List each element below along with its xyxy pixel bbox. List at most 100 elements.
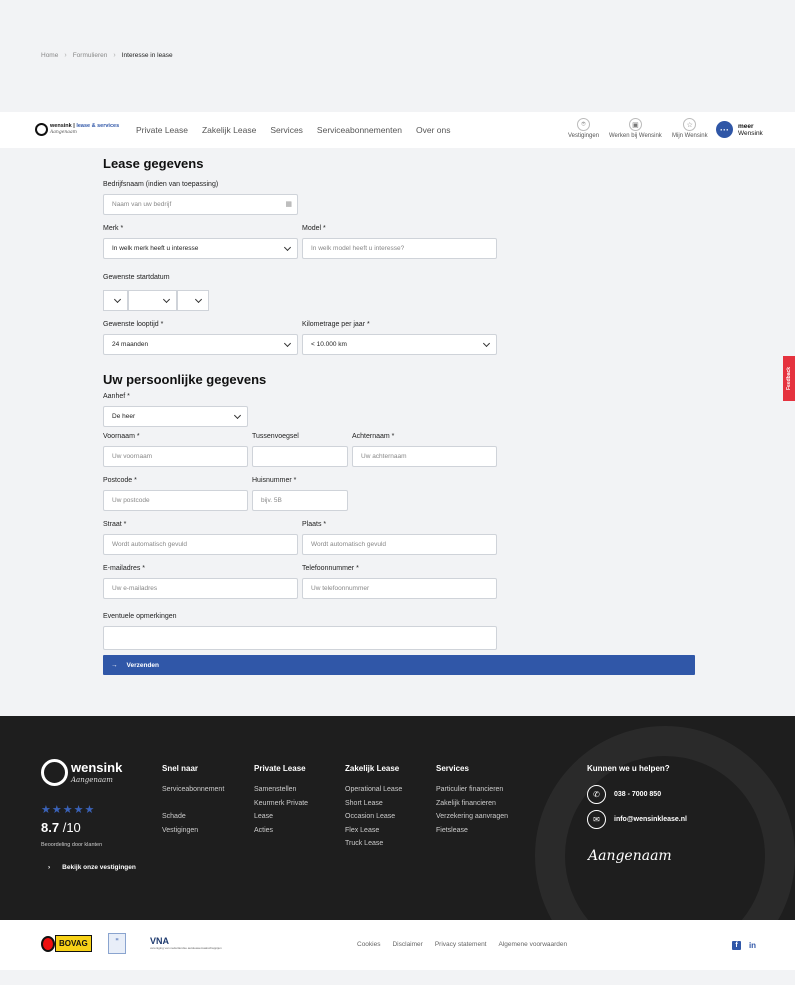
footer-link[interactable]: Zakelijk financieren [436,797,508,811]
more-icon: ··· [716,121,733,138]
footer-link[interactable]: Verzekering aanvragen [436,810,508,824]
feedback-tab[interactable]: Feedback [783,356,795,401]
vna-logo[interactable]: VNA vereniging van nederlandse autolease… [150,936,222,950]
nav-private-lease[interactable]: Private Lease [136,125,188,135]
werken-label: Werken bij Wensink [609,133,662,139]
chevron-down-icon [283,339,292,348]
bovag-logo[interactable]: BOVAG [41,935,92,952]
bovag-mark-icon [41,935,55,952]
email-link[interactable]: ✉ info@wensinklease.nl [587,810,687,829]
footer-link[interactable]: Schade [162,810,224,824]
footer-link[interactable]: Operational Lease [345,783,402,797]
km-select[interactable]: < 10.000 km [302,334,497,355]
logo-ring-icon [41,759,68,786]
facebook-icon[interactable]: f [732,941,741,950]
chevron-down-icon [113,295,122,304]
logo-name: wensink [50,123,72,130]
chevron-right-icon: › [64,52,67,59]
building-icon: ▦ [285,201,292,208]
bedrijf-input[interactable]: Naam van uw bedrijf ▦ [103,194,298,215]
footer-logo-script: Aangenaam [71,776,113,784]
breadcrumb-formulieren[interactable]: Formulieren [73,52,108,59]
footer-link[interactable]: Serviceabonnement [162,783,224,797]
footer-link[interactable]: Lease [254,810,308,824]
merk-select[interactable]: In welk merk heeft u interesse [103,238,298,259]
arrow-right-icon: → [111,661,118,669]
footer-link[interactable]: Truck Lease [345,837,402,851]
footer-link[interactable]: Fietslease [436,824,508,838]
privacy-link[interactable]: Privacy statement [435,941,487,948]
header-vestigingen[interactable]: ⌾ Vestigingen [568,118,599,139]
vestigingen-link[interactable]: › Bekijk onze vestigingen [48,864,136,871]
disclaimer-link[interactable]: Disclaimer [392,941,422,948]
footer-link[interactable]: Acties [254,824,308,838]
bedrijf-label: Bedrijfsnaam (indien van toepassing) [103,181,219,188]
header-mijn-wensink[interactable]: ☆ Mijn Wensink [672,118,708,139]
chevron-down-icon [162,295,171,304]
phone-icon: ✆ [587,785,606,804]
chevron-down-icon [283,243,292,252]
footer-link[interactable]: Short Lease [345,797,402,811]
breadcrumb-home[interactable]: Home [41,52,58,59]
startdatum-year-select[interactable] [177,290,209,311]
mail-icon: ✉ [587,810,606,829]
huisnummer-input[interactable]: bijv. 5B [252,490,348,511]
location-icon: ⌾ [577,118,591,131]
keurmerk-badge-icon[interactable]: ▤ [108,933,126,954]
postcode-placeholder: Uw postcode [112,497,150,504]
voornaam-input[interactable]: Uw voornaam [103,446,248,467]
phone-link[interactable]: ✆ 038 - 7000 850 [587,785,661,804]
postcode-input[interactable]: Uw postcode [103,490,248,511]
meer-menu-button[interactable]: ··· meer Wensink [716,121,763,138]
main-nav: Private Lease Zakelijk Lease Services Se… [136,125,450,135]
huisnr-label: Huisnummer * [252,477,297,484]
email-input[interactable]: Uw e-mailadres [103,578,298,599]
nav-over-ons[interactable]: Over ons [416,125,451,135]
tussenvoegsel-input[interactable] [252,446,348,467]
breadcrumb-current: Interesse in lease [121,52,173,59]
vna-text: VNA [150,936,170,946]
opmerkingen-label: Eventuele opmerkingen [103,613,177,620]
nav-services[interactable]: Services [270,125,303,135]
merk-value: In welk merk heeft u interesse [112,245,199,252]
aanhef-select[interactable]: De heer [103,406,248,427]
straat-placeholder: Wordt automatisch gevuld [112,541,188,548]
plaats-label: Plaats * [302,521,327,528]
chevron-down-icon [194,295,203,304]
plaats-placeholder: Wordt automatisch gevuld [311,541,387,548]
model-label: Model * [302,225,326,232]
looptijd-select[interactable]: 24 maanden [103,334,298,355]
linkedin-icon[interactable]: in [748,941,757,950]
telefoon-placeholder: Uw telefoonnummer [311,585,370,592]
cookies-link[interactable]: Cookies [357,941,380,948]
nav-serviceabonnementen[interactable]: Serviceabonnementen [317,125,402,135]
footer-link[interactable]: Particulier financieren [436,783,508,797]
plaats-input[interactable]: Wordt automatisch gevuld [302,534,497,555]
footer-logo[interactable]: wensink Aangenaam [41,759,122,786]
wensink-logo[interactable]: wensink | lease & services Aangenaam [35,123,119,136]
footer-link[interactable]: Keurmerk Private [254,797,308,811]
vna-sub: vereniging van nederlandse autoleasemaat… [150,946,222,950]
score-value: 8.7 [41,820,60,835]
straat-input[interactable]: Wordt automatisch gevuld [103,534,298,555]
voorwaarden-link[interactable]: Algemene voorwaarden [499,941,568,948]
achternaam-input[interactable]: Uw achternaam [352,446,497,467]
footer-link[interactable]: Occasion Lease [345,810,402,824]
meer-sub: Wensink [738,129,763,137]
merk-label: Merk * [103,225,124,232]
nav-zakelijk-lease[interactable]: Zakelijk Lease [202,125,256,135]
startdatum-day-select[interactable] [103,290,128,311]
model-input[interactable]: In welk model heeft u interesse? [302,238,497,259]
telefoon-input[interactable]: Uw telefoonnummer [302,578,497,599]
opmerkingen-textarea[interactable] [103,626,497,650]
achternaam-label: Achternaam * [352,433,395,440]
aanhef-label: Aanhef * [103,393,130,400]
footer-link[interactable]: Flex Lease [345,824,402,838]
footer-link[interactable]: Samenstellen [254,783,308,797]
header-werken-bij[interactable]: ▣ Werken bij Wensink [609,118,662,139]
footer-link[interactable]: Vestigingen [162,824,224,838]
voornaam-placeholder: Uw voornaam [112,453,153,460]
verzenden-button[interactable]: → Verzenden [103,655,695,675]
km-value: < 10.000 km [311,341,347,348]
startdatum-month-select[interactable] [128,290,177,311]
